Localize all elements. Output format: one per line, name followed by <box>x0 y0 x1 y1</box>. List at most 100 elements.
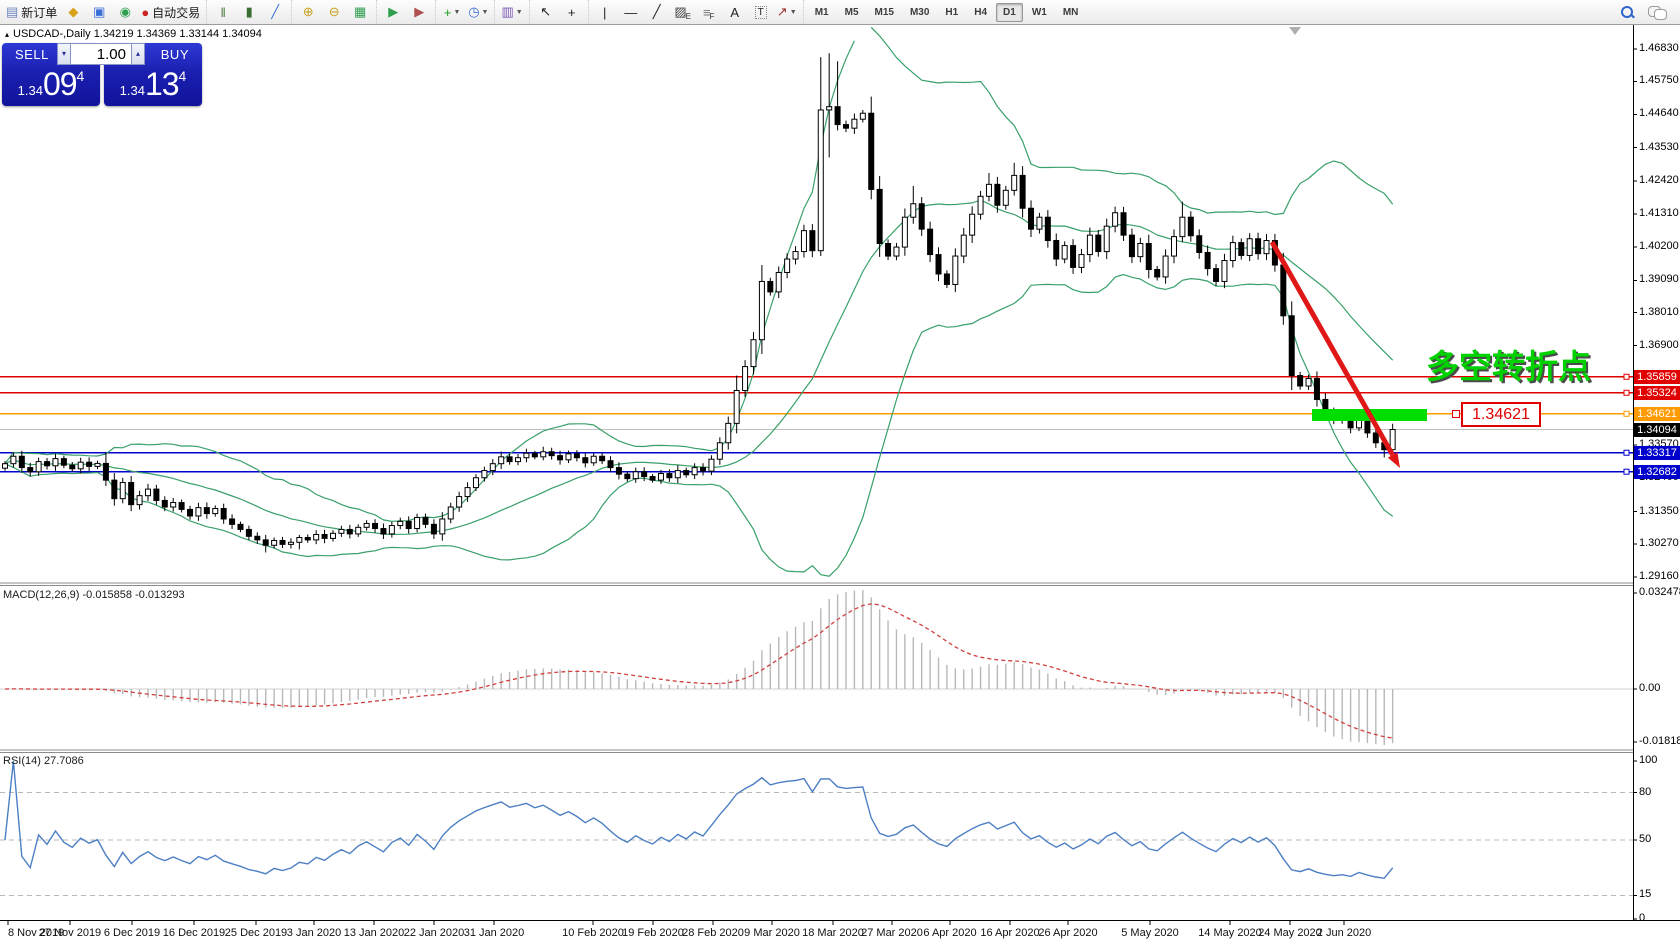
sell-price-sup: 4 <box>77 68 85 84</box>
chart-profile-icon[interactable]: ◆ <box>61 2 85 22</box>
templates-icon[interactable]: ▥▼ <box>499 2 524 22</box>
horizontal-line-icon[interactable]: — <box>619 2 643 22</box>
toolbar-group: ‖▮╱ <box>206 0 291 24</box>
trendline-icon[interactable]: ╱ <box>645 2 669 22</box>
tile-windows-icon: ▦ <box>354 4 366 20</box>
toolbar-group: | — ╱ ▨E≡FAT ↗▼ <box>588 0 803 24</box>
candlestick-series <box>3 53 1396 552</box>
icon-sub-letter: E <box>686 12 691 21</box>
dropdown-arrow-icon[interactable]: ▼ <box>482 9 489 16</box>
level-lines <box>0 374 1633 474</box>
buy-price-small: 1.34 <box>120 83 145 98</box>
timeframe-h1[interactable]: H1 <box>938 3 965 22</box>
candlestick-icon[interactable]: ▮ <box>237 2 261 22</box>
date-tick-label: 27 Nov 2019 <box>39 927 101 939</box>
axes: 8 Nov 201927 Nov 20196 Dec 201916 Dec 20… <box>0 25 1680 940</box>
timeframe-h4[interactable]: H4 <box>967 3 994 22</box>
timeframe-d1[interactable]: D1 <box>996 3 1023 22</box>
autotrading-button[interactable]: ●自动交易 <box>139 2 202 22</box>
buy-price: 1.34134 <box>104 66 202 103</box>
chart-shift-marker[interactable] <box>1289 27 1301 35</box>
search-icon[interactable] <box>1621 6 1634 19</box>
toolbar: ▤新订单◆▣◉●自动交易‖▮╱⊕⊖▦▶▶+▼◷▼▥▼↖+|—╱▨E≡FAT↗▼M… <box>0 0 1680 25</box>
dropdown-arrow-icon[interactable]: ▼ <box>790 9 797 16</box>
new-order-button[interactable]: ▤新订单 <box>4 2 59 22</box>
trendline-icon: ╱ <box>653 4 661 20</box>
buy-price-sup: 4 <box>179 68 187 84</box>
vertical-line-icon: | <box>603 5 606 20</box>
data-server-icon[interactable]: ◉ <box>113 2 137 22</box>
timeframe-mn[interactable]: MN <box>1056 3 1086 22</box>
bar-chart-icon[interactable]: ‖ <box>211 2 235 22</box>
date-tick-label: 28 Feb 2020 <box>682 927 744 939</box>
dropdown-arrow-icon[interactable]: ▼ <box>516 9 523 16</box>
timeframe-w1[interactable]: W1 <box>1025 3 1054 22</box>
crosshair-icon: + <box>568 5 576 20</box>
toolbar-group: ⊕ ⊖ ▦ <box>291 0 376 24</box>
date-tick-label: 3 Jan 2020 <box>287 927 341 939</box>
timeframe-m5[interactable]: M5 <box>838 3 866 22</box>
rsi-panel <box>0 761 1633 895</box>
date-tick-label: 27 Mar 2020 <box>861 927 923 939</box>
auto-scroll-icon[interactable]: ▶ <box>381 2 405 22</box>
market-watch-icon[interactable]: ▣ <box>87 2 111 22</box>
timeframe-m30[interactable]: M30 <box>903 3 936 22</box>
periods-icon[interactable]: ◷▼ <box>466 2 490 22</box>
channel-icon[interactable]: ▨E <box>671 2 695 22</box>
toolbar-group: ▶▶ <box>376 0 435 24</box>
zoom-in-icon: ⊕ <box>303 4 314 20</box>
horizontal-line-icon: — <box>624 5 637 20</box>
indicators-icon[interactable]: +▼ <box>440 2 464 22</box>
bollinger-bands <box>5 27 1393 576</box>
buy-label: BUY <box>161 47 189 62</box>
text-label-icon[interactable]: T <box>749 2 773 22</box>
date-tick-label: 16 Dec 2019 <box>163 927 225 939</box>
periods-icon: ◷ <box>468 4 479 20</box>
icon-sub-letter: F <box>710 12 715 21</box>
new-order-button-label: 新订单 <box>21 4 57 21</box>
line-chart-icon[interactable]: ╱ <box>263 2 287 22</box>
volume-up-spinner[interactable]: ▴ <box>131 43 145 65</box>
timeframe-m1[interactable]: M1 <box>808 3 836 22</box>
one-click-trade-panel: SELL 1.34094 BUY 1.34134 ▾ ▴ <box>2 43 202 106</box>
data-server-icon: ◉ <box>120 4 131 20</box>
chart-annotations[interactable] <box>1272 27 1427 468</box>
auto-scroll-icon: ▶ <box>388 4 398 20</box>
crosshair-icon[interactable]: + <box>560 2 584 22</box>
vertical-line-icon[interactable]: | <box>593 2 617 22</box>
date-tick-label: 22 Jan 2020 <box>404 927 465 939</box>
text-icon[interactable]: A <box>723 2 747 22</box>
tile-windows-icon[interactable]: ▦ <box>348 2 372 22</box>
volume-control: ▾ ▴ <box>57 43 145 65</box>
date-tick-label: 14 May 2020 <box>1198 927 1262 939</box>
date-tick-label: 9 Mar 2020 <box>744 927 800 939</box>
chat-icon[interactable] <box>1648 6 1666 19</box>
date-tick-label: 6 Apr 2020 <box>923 927 976 939</box>
zoom-out-icon[interactable]: ⊖ <box>322 2 346 22</box>
date-tick-label: 31 Jan 2020 <box>464 927 525 939</box>
text-label-icon: T <box>755 6 767 19</box>
toolbar-group: ▤新订单 ◆ ▣ ◉ ●自动交易 <box>0 0 206 24</box>
cursor-icon[interactable]: ↖ <box>534 2 558 22</box>
zoom-out-icon: ⊖ <box>329 4 340 20</box>
dropdown-arrow-icon[interactable]: ▼ <box>454 9 461 16</box>
volume-input[interactable] <box>71 43 131 65</box>
chart-profile-icon: ◆ <box>68 4 78 20</box>
toolbar-right <box>1613 6 1680 19</box>
zoom-in-icon[interactable]: ⊕ <box>296 2 320 22</box>
timeframe-m15[interactable]: M15 <box>868 3 901 22</box>
macd-panel <box>0 590 1633 745</box>
volume-down-spinner[interactable]: ▾ <box>57 43 71 65</box>
sell-price-small: 1.34 <box>18 83 43 98</box>
fibonacci-icon[interactable]: ≡F <box>697 2 721 22</box>
mt4-window: ▤新订单◆▣◉●自动交易‖▮╱⊕⊖▦▶▶+▼◷▼▥▼↖+|—╱▨E≡FAT↗▼M… <box>0 0 1680 944</box>
toolbar-group: ↖+ <box>529 0 588 24</box>
date-tick-label: 2 Jun 2020 <box>1317 927 1371 939</box>
chart-canvas[interactable]: 8 Nov 201927 Nov 20196 Dec 201916 Dec 20… <box>0 0 1680 944</box>
arrows-icon[interactable]: ↗▼ <box>775 2 799 22</box>
date-tick-label: 10 Feb 2020 <box>562 927 624 939</box>
templates-icon: ▥ <box>501 4 513 20</box>
date-tick-label: 5 May 2020 <box>1121 927 1178 939</box>
date-tick-label: 13 Jan 2020 <box>344 927 405 939</box>
chart-shift-icon[interactable]: ▶ <box>407 2 431 22</box>
